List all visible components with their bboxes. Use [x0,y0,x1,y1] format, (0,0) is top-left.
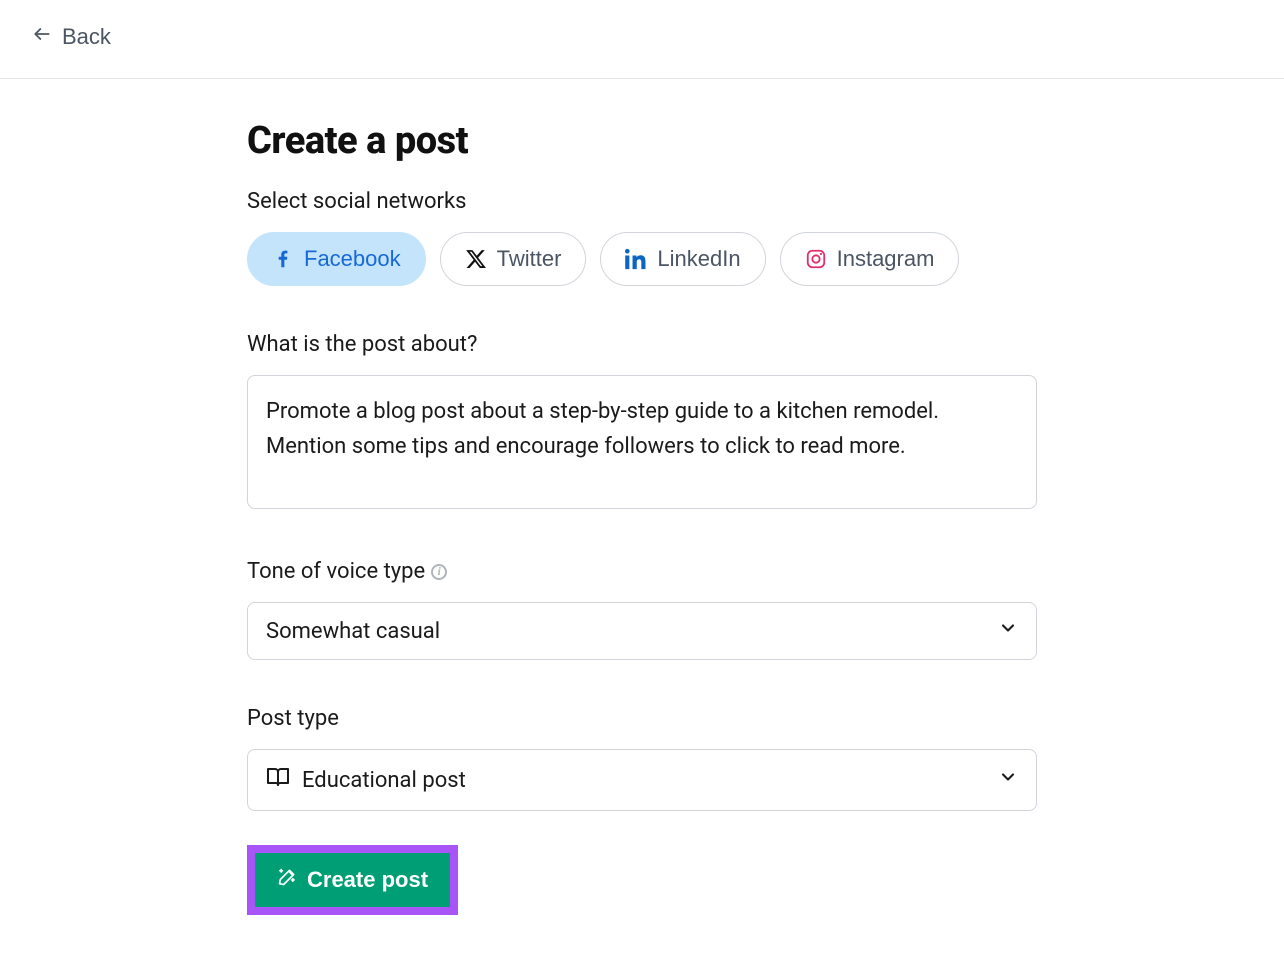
book-icon [266,765,290,795]
twitter-icon [465,248,487,270]
post-type-select-value: Educational post [302,768,466,793]
instagram-icon [805,248,827,270]
back-label: Back [62,24,111,50]
post-type-select[interactable]: Educational post [247,749,1037,811]
post-about-textarea[interactable] [247,375,1037,509]
header: Back [0,0,1284,79]
tone-select[interactable]: Somewhat casual [247,602,1037,660]
social-network-selector: Facebook Twitter LinkedIn Instagram [247,232,1037,286]
info-icon[interactable]: i [431,564,447,580]
tone-label-text: Tone of voice type [247,559,425,584]
network-pill-instagram[interactable]: Instagram [780,232,960,286]
magic-wand-icon [277,867,297,893]
networks-label: Select social networks [247,189,1037,214]
highlight-annotation: Create post [247,845,458,915]
network-pill-twitter[interactable]: Twitter [440,232,587,286]
chevron-down-icon [998,767,1018,793]
main-content: Create a post Select social networks Fac… [247,79,1037,955]
about-label: What is the post about? [247,332,1037,357]
page-title: Create a post [247,119,1037,163]
network-pill-facebook[interactable]: Facebook [247,232,426,286]
tone-label: Tone of voice type i [247,559,1037,584]
network-pill-label: LinkedIn [657,246,740,272]
linkedin-icon [625,248,647,270]
network-pill-label: Twitter [497,246,562,272]
network-pill-label: Facebook [304,246,401,272]
tone-select-value: Somewhat casual [266,619,440,644]
create-post-label: Create post [307,867,428,893]
network-pill-label: Instagram [837,246,935,272]
create-post-button[interactable]: Create post [255,853,450,907]
network-pill-linkedin[interactable]: LinkedIn [600,232,765,286]
arrow-left-icon [32,24,52,50]
back-button[interactable]: Back [32,24,111,50]
chevron-down-icon [998,618,1018,644]
post-type-label: Post type [247,706,1037,731]
facebook-icon [272,248,294,270]
